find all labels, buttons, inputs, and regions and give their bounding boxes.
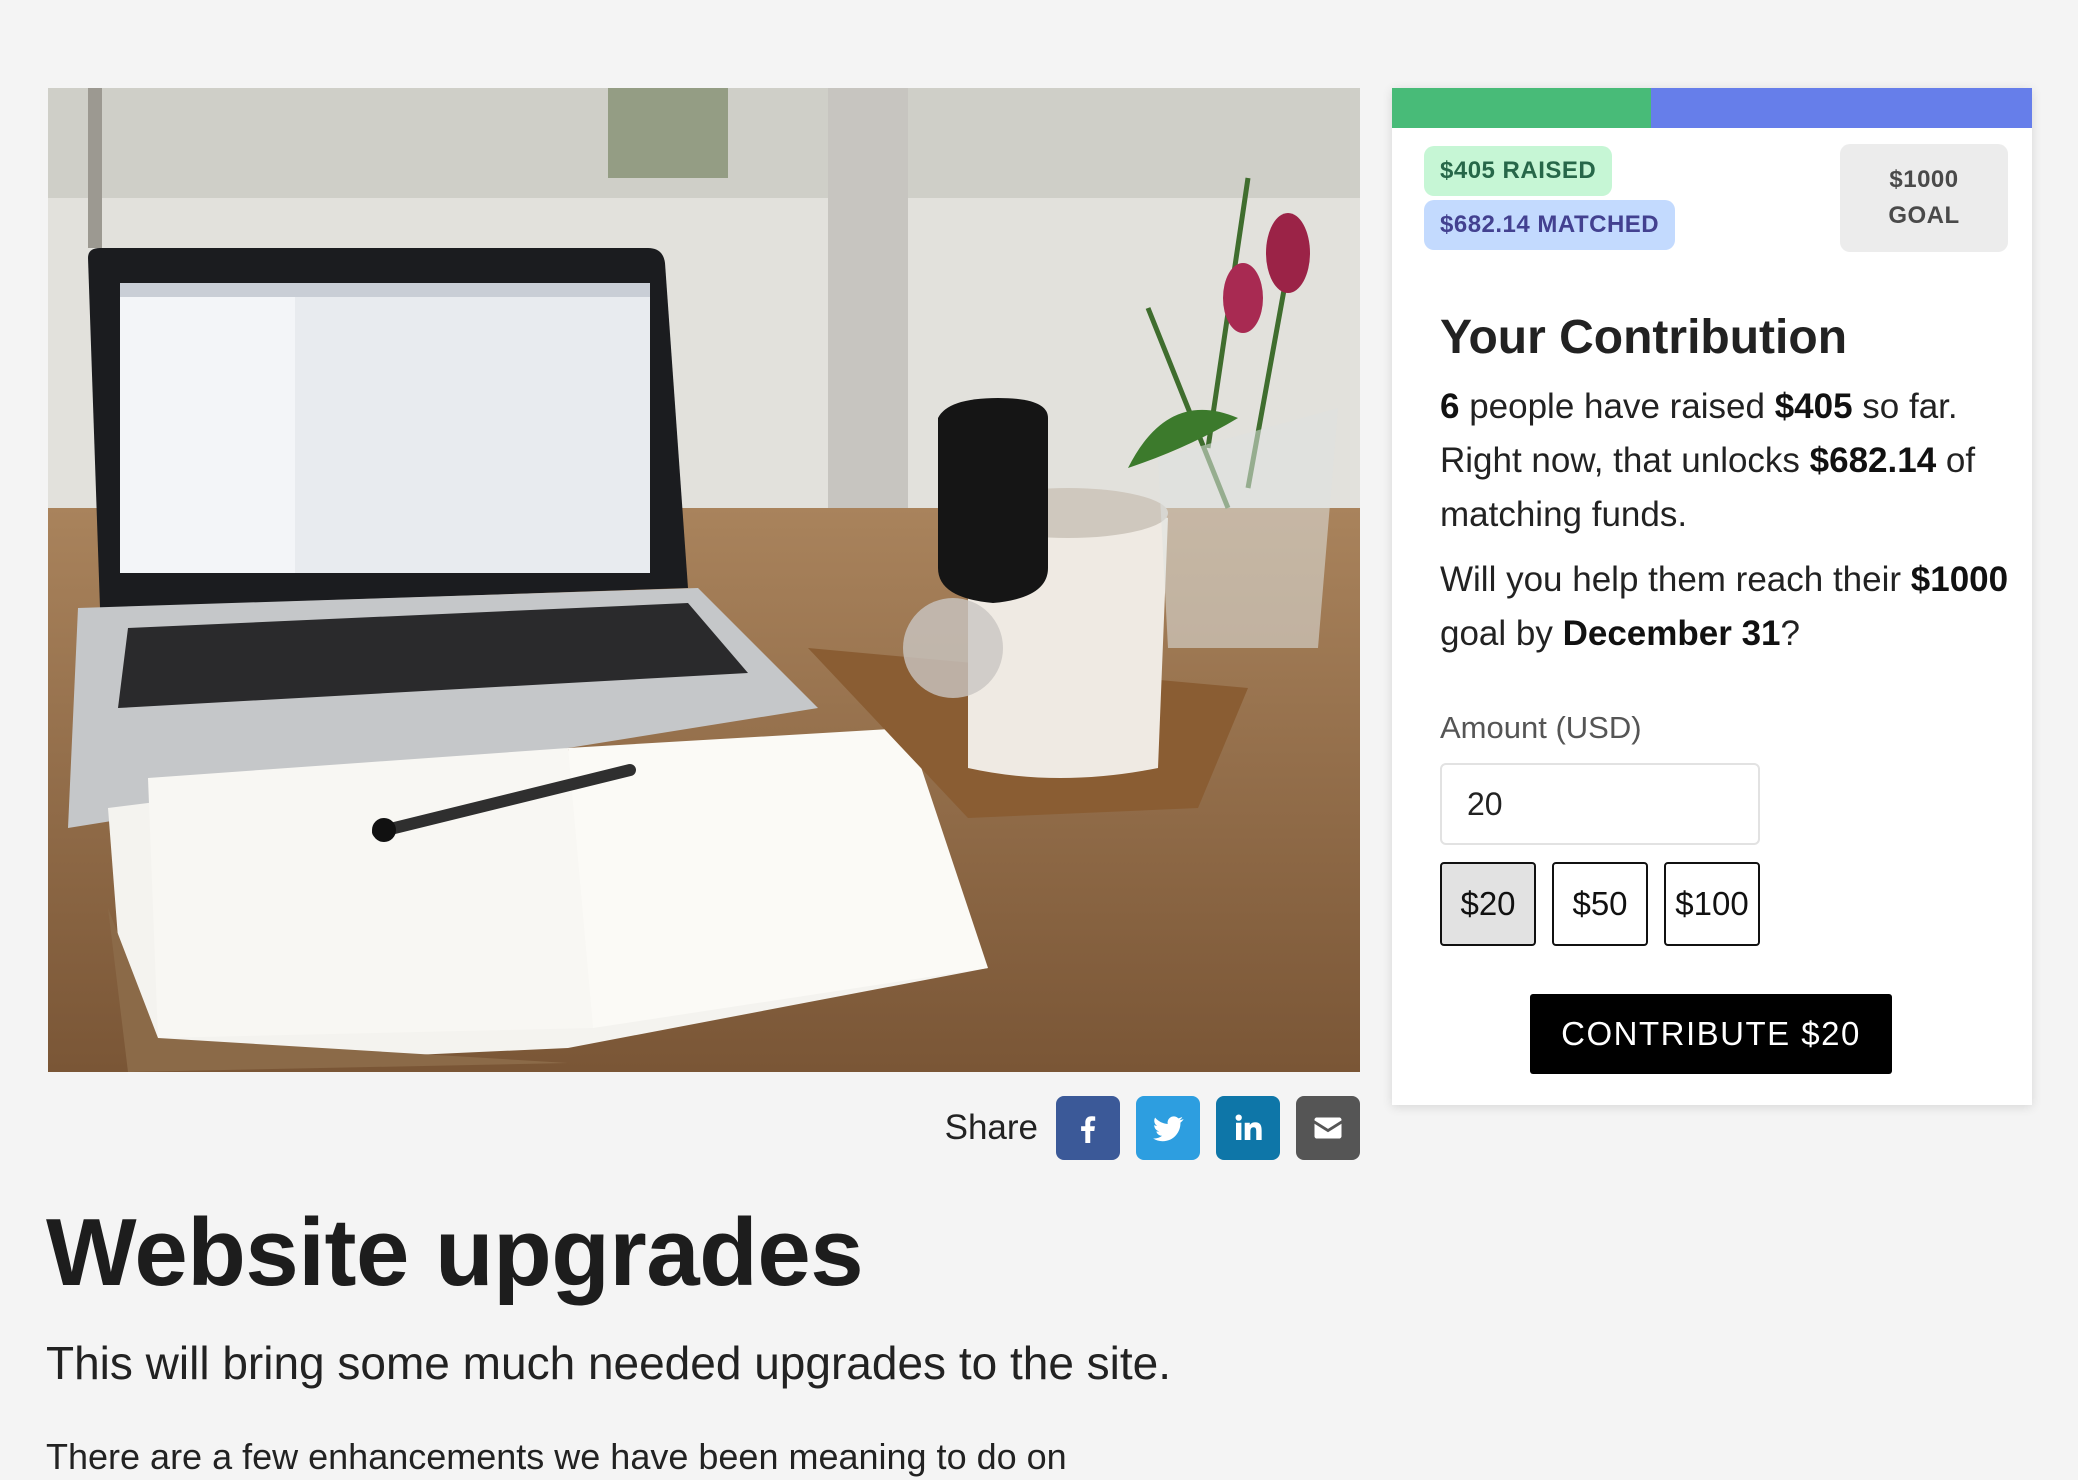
progress-raised-segment	[1392, 88, 1652, 128]
prompt-text: ?	[1780, 614, 1800, 653]
prompt-text: goal by	[1440, 614, 1563, 653]
share-facebook-button[interactable]	[1056, 1096, 1120, 1160]
project-title: Website upgrades	[46, 1199, 864, 1306]
share-email-button[interactable]	[1296, 1096, 1360, 1160]
linkedin-icon	[1235, 1114, 1262, 1140]
prompt-text: Will you help them reach their	[1440, 560, 1911, 599]
contribute-button[interactable]: CONTRIBUTE $20	[1530, 994, 1892, 1074]
funding-progress-bar	[1392, 88, 2032, 128]
contribution-heading: Your Contribution	[1440, 311, 1848, 364]
envelope-icon	[1314, 1117, 1342, 1139]
goal-inline-amount: $1000	[1910, 560, 2009, 599]
preset-50-button[interactable]: $50	[1552, 862, 1648, 946]
project-body: There are a few enhancements we have bee…	[46, 1436, 1067, 1477]
summary-text: people have raised	[1459, 387, 1775, 426]
preset-20-button[interactable]: $20	[1440, 862, 1536, 946]
amount-label: Amount (USD)	[1440, 710, 1642, 745]
raised-badge: $405 RAISED	[1424, 146, 1613, 196]
facebook-icon	[1081, 1116, 1096, 1143]
share-twitter-button[interactable]	[1136, 1096, 1200, 1160]
matched-amount: $682.14	[1809, 441, 1937, 480]
goal-amount: $1000	[1889, 166, 1959, 193]
matched-badge: $682.14 MATCHED	[1424, 200, 1676, 250]
desk-photo	[48, 88, 1360, 1072]
share-linkedin-button[interactable]	[1216, 1096, 1280, 1160]
twitter-icon	[1153, 1116, 1184, 1142]
share-bar: Share	[940, 1096, 1360, 1160]
goal-prompt: Will you help them reach their $1000 goa…	[1440, 553, 2010, 661]
goal-label: GOAL	[1888, 202, 1960, 229]
hero-image	[48, 88, 1360, 1072]
project-subtitle: This will bring some much needed upgrade…	[46, 1337, 1172, 1389]
people-count: 6	[1440, 387, 1460, 426]
progress-matched-segment	[1651, 88, 2032, 128]
contribution-card: $405 RAISED $682.14 MATCHED $1000 GOAL Y…	[1392, 88, 2032, 1105]
share-label: Share	[944, 1108, 1038, 1147]
preset-100-button[interactable]: $100	[1664, 862, 1760, 946]
amount-input[interactable]	[1440, 763, 1760, 845]
raised-amount: $405	[1774, 387, 1853, 426]
deadline-date: December 31	[1562, 614, 1781, 653]
raised-summary: 6 people have raised $405 so far. Right …	[1440, 380, 2010, 542]
goal-badge: $1000 GOAL	[1840, 144, 2008, 252]
